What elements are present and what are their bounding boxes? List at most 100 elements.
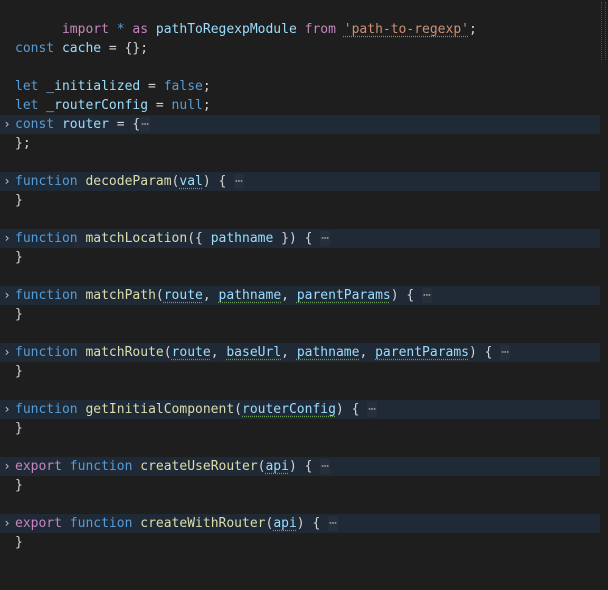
comma: ,: [281, 288, 297, 303]
code-line-match-location-end[interactable]: }: [0, 248, 600, 267]
folded-ellipsis[interactable]: ⋯: [234, 174, 244, 189]
paren-open: (: [234, 402, 242, 417]
keyword-as: as: [132, 22, 149, 37]
code-line-match-route[interactable]: › function matchRoute(route, baseUrl, pa…: [0, 343, 600, 362]
code-line-get-initial-component-end[interactable]: }: [0, 419, 600, 438]
identifier-cache: cache: [54, 41, 102, 56]
chevron-right-icon[interactable]: ›: [1, 229, 13, 248]
keyword-let: let: [15, 98, 39, 113]
assign-operator: =: [148, 98, 172, 113]
identifier-initialized: _initialized: [38, 79, 141, 94]
chevron-right-icon[interactable]: ›: [1, 286, 13, 305]
param-api: api: [265, 459, 289, 474]
code-line-initialized[interactable]: let _initialized = false;: [0, 77, 600, 96]
keyword-function: function: [15, 231, 78, 246]
param-parent-params: parentParams: [375, 345, 470, 360]
chevron-right-icon[interactable]: ›: [1, 457, 13, 476]
object-open: = {: [108, 117, 141, 132]
keyword-function: function: [15, 345, 78, 360]
identifier-router-config: _routerConfig: [38, 98, 149, 113]
assign-operator: =: [140, 79, 164, 94]
comma: ,: [202, 288, 219, 303]
closing-brace: }: [15, 250, 23, 265]
code-line-match-route-end[interactable]: }: [0, 362, 600, 381]
code-line-create-use-router-end[interactable]: }: [0, 476, 600, 495]
param-pathname: pathname: [218, 288, 282, 303]
code-line-router-folded[interactable]: › const router = {⋯: [0, 115, 600, 134]
keyword-function: function: [15, 288, 78, 303]
function-name-get-initial-component: getInitialComponent: [85, 402, 235, 417]
code-line-match-path-end[interactable]: }: [0, 305, 600, 324]
chevron-right-icon[interactable]: ›: [1, 172, 13, 191]
module-identifier: pathToRegexpModule: [155, 22, 297, 37]
keyword-from: from: [304, 22, 336, 37]
folded-ellipsis[interactable]: ⋯: [500, 345, 511, 360]
module-path-string: 'path-to-regexp': [343, 22, 469, 37]
code-editor[interactable]: import * as pathToRegexpModule from 'pat…: [0, 0, 608, 576]
star-operator: *: [108, 22, 133, 37]
semicolon: ;: [202, 98, 211, 113]
folded-ellipsis[interactable]: ⋯: [140, 117, 151, 132]
code-line-router-config[interactable]: let _routerConfig = null;: [0, 96, 600, 115]
code-line-create-with-router[interactable]: › export function createWithRouter(api) …: [0, 514, 600, 533]
folded-ellipsis[interactable]: ⋯: [422, 288, 432, 303]
keyword-import: import: [61, 22, 109, 37]
keyword-function: function: [15, 174, 78, 189]
param-router-config: routerConfig: [242, 402, 336, 417]
paren-open: ({: [187, 231, 211, 246]
closing-brace: }: [15, 364, 23, 379]
function-name-match-location: matchLocation: [85, 231, 188, 246]
param-pathname: pathname: [296, 345, 360, 360]
folded-ellipsis[interactable]: ⋯: [328, 516, 338, 531]
code-line-decode-param[interactable]: › function decodeParam(val) { ⋯: [0, 172, 600, 191]
keyword-function: function: [69, 516, 133, 531]
closing-brace: }: [15, 421, 23, 436]
closing-brace: }: [15, 535, 23, 550]
closing-brace: }: [15, 478, 23, 493]
code-line-get-initial-component[interactable]: › function getInitialComponent(routerCon…: [0, 400, 600, 419]
chevron-right-icon[interactable]: ›: [1, 343, 13, 362]
paren-close: ) {: [469, 345, 493, 360]
param-parent-params: parentParams: [296, 288, 391, 303]
folded-ellipsis[interactable]: ⋯: [320, 459, 331, 474]
function-name-match-path: matchPath: [85, 288, 156, 303]
param-base-url: baseUrl: [226, 345, 282, 360]
code-line-match-location[interactable]: › function matchLocation({ pathname }) {…: [0, 229, 600, 248]
paren-close: ) {: [296, 516, 321, 531]
folded-ellipsis[interactable]: ⋯: [367, 402, 378, 417]
code-line-create-with-router-end[interactable]: }: [0, 533, 600, 552]
code-line-import[interactable]: import * as pathToRegexpModule from 'pat…: [0, 1, 600, 37]
param-val: val: [179, 174, 203, 189]
semicolon: ;: [202, 79, 211, 94]
paren-open: (: [155, 288, 164, 303]
keyword-const: const: [15, 41, 55, 56]
function-name-create-use-router: createUseRouter: [140, 459, 258, 474]
closing-brace: }: [15, 307, 23, 322]
chevron-right-icon[interactable]: ›: [1, 115, 13, 134]
keyword-export: export: [15, 459, 62, 474]
keyword-export: export: [15, 516, 62, 531]
assignment: = {};: [101, 41, 149, 56]
scrollbar-marker[interactable]: [601, 2, 606, 60]
code-line-decode-param-end[interactable]: }: [0, 191, 600, 210]
closing-brace: };: [15, 136, 31, 151]
code-line-router-end[interactable]: };: [0, 134, 600, 153]
keyword-function: function: [15, 402, 78, 417]
literal-false: false: [163, 79, 203, 94]
chevron-right-icon[interactable]: ›: [1, 400, 13, 419]
paren-close: ) {: [335, 402, 360, 417]
closing-brace: }: [15, 193, 23, 208]
paren-close: ) {: [202, 174, 227, 189]
code-line-match-path[interactable]: › function matchPath(route, pathname, pa…: [0, 286, 600, 305]
semicolon: ;: [469, 22, 477, 37]
chevron-right-icon[interactable]: ›: [1, 514, 13, 533]
function-name-match-route: matchRoute: [85, 345, 164, 360]
folded-ellipsis[interactable]: ⋯: [320, 231, 331, 246]
code-line-create-use-router[interactable]: › export function createUseRouter(api) {…: [0, 457, 600, 476]
literal-null: null: [171, 98, 203, 113]
code-line-cache[interactable]: const cache = {};: [0, 39, 600, 58]
paren-close: }) {: [273, 231, 313, 246]
param-route: route: [163, 288, 203, 303]
param-route: route: [171, 345, 211, 360]
